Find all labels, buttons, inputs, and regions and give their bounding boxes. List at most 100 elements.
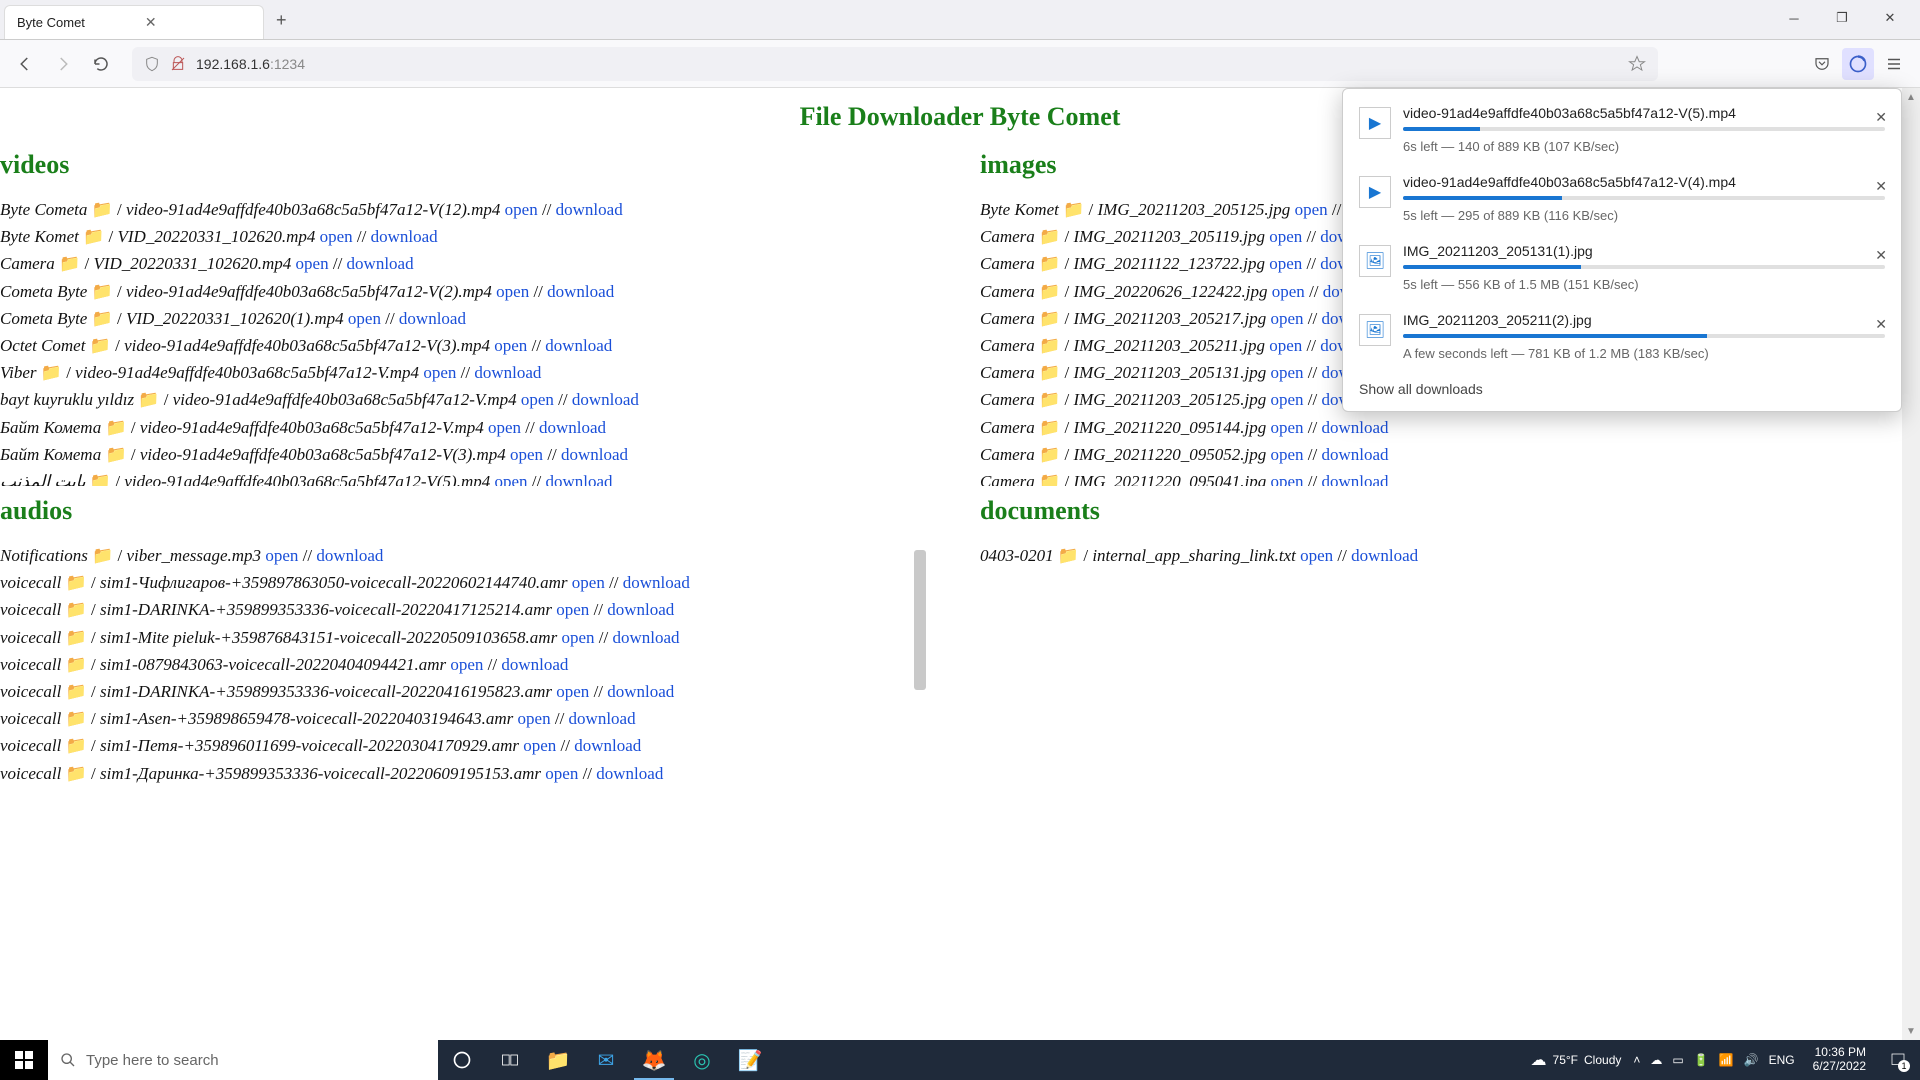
open-link[interactable]: open: [1295, 200, 1328, 219]
taskbar-taskview[interactable]: [486, 1040, 534, 1080]
tray-onedrive-icon[interactable]: ☁: [1650, 1053, 1662, 1067]
download-cancel-icon[interactable]: ✕: [1875, 316, 1887, 333]
open-link[interactable]: open: [572, 573, 605, 592]
open-link[interactable]: open: [450, 655, 483, 674]
open-link[interactable]: open: [494, 472, 527, 486]
window-maximize[interactable]: ❐: [1820, 4, 1864, 32]
download-link[interactable]: download: [539, 418, 606, 437]
address-bar[interactable]: 192.168.1.6:1234: [132, 47, 1658, 81]
open-link[interactable]: open: [320, 227, 353, 246]
download-link[interactable]: download: [561, 445, 628, 464]
download-link[interactable]: download: [607, 600, 674, 619]
browser-tab[interactable]: Byte Comet ✕: [4, 5, 264, 39]
section-scrollbar[interactable]: [912, 542, 928, 792]
pocket-icon[interactable]: [1806, 48, 1838, 80]
download-link[interactable]: download: [501, 655, 568, 674]
download-filename[interactable]: IMG_20211203_205211(2).jpg: [1403, 312, 1885, 328]
download-link[interactable]: download: [371, 227, 438, 246]
window-minimize[interactable]: ─: [1772, 4, 1816, 32]
scroll-up-icon[interactable]: ▲: [1902, 88, 1920, 106]
open-link[interactable]: open: [561, 628, 594, 647]
open-link[interactable]: open: [1300, 546, 1333, 565]
notifications-button[interactable]: [1884, 1046, 1912, 1074]
download-link[interactable]: download: [596, 791, 663, 792]
download-cancel-icon[interactable]: ✕: [1875, 247, 1887, 264]
download-link[interactable]: download: [347, 254, 414, 273]
taskbar-firefox[interactable]: 🦊: [630, 1040, 678, 1080]
download-link[interactable]: download: [572, 390, 639, 409]
taskbar-app-notepad[interactable]: 📝: [726, 1040, 774, 1080]
open-link[interactable]: open: [423, 363, 456, 382]
tray-volume-icon[interactable]: 🔊: [1744, 1053, 1759, 1067]
open-link[interactable]: open: [494, 336, 527, 355]
download-link[interactable]: download: [474, 363, 541, 382]
taskbar-search[interactable]: Type here to search: [48, 1040, 438, 1080]
tray-wifi-icon[interactable]: 📶: [1719, 1053, 1734, 1067]
open-link[interactable]: open: [545, 791, 578, 792]
download-link[interactable]: download: [545, 336, 612, 355]
download-link[interactable]: download: [556, 200, 623, 219]
open-link[interactable]: open: [556, 600, 589, 619]
download-link[interactable]: download: [1351, 546, 1418, 565]
open-link[interactable]: open: [556, 682, 589, 701]
open-link[interactable]: open: [505, 200, 538, 219]
open-link[interactable]: open: [348, 309, 381, 328]
taskbar-cortana[interactable]: [438, 1040, 486, 1080]
open-link[interactable]: open: [523, 736, 556, 755]
open-link[interactable]: open: [1271, 390, 1304, 409]
open-link[interactable]: open: [518, 709, 551, 728]
tray-chevron-icon[interactable]: ˄: [1633, 1053, 1640, 1067]
download-filename[interactable]: video-91ad4e9affdfe40b03a68c5a5bf47a12-V…: [1403, 105, 1885, 121]
taskbar-weather[interactable]: ☁ 75°F Cloudy: [1531, 1050, 1622, 1070]
back-button[interactable]: [10, 49, 40, 79]
download-link[interactable]: download: [607, 682, 674, 701]
open-link[interactable]: open: [1271, 472, 1304, 486]
download-link[interactable]: download: [547, 282, 614, 301]
open-link[interactable]: open: [1271, 309, 1304, 328]
download-link[interactable]: download: [1322, 472, 1389, 486]
taskbar-mail[interactable]: ✉: [582, 1040, 630, 1080]
open-link[interactable]: open: [1271, 418, 1304, 437]
open-link[interactable]: open: [1271, 363, 1304, 382]
scroll-down-icon[interactable]: ▼: [1902, 1022, 1920, 1040]
bookmark-star-icon[interactable]: [1628, 55, 1646, 73]
page-scrollbar[interactable]: ▲ ▼: [1902, 88, 1920, 1040]
menu-button[interactable]: [1878, 48, 1910, 80]
tray-lang[interactable]: ENG: [1769, 1053, 1795, 1067]
open-link[interactable]: open: [1269, 336, 1302, 355]
download-filename[interactable]: video-91ad4e9affdfe40b03a68c5a5bf47a12-V…: [1403, 174, 1885, 190]
open-link[interactable]: open: [296, 254, 329, 273]
download-link[interactable]: download: [545, 472, 612, 486]
download-cancel-icon[interactable]: ✕: [1875, 109, 1887, 126]
window-close[interactable]: ✕: [1868, 4, 1912, 32]
download-cancel-icon[interactable]: ✕: [1875, 178, 1887, 195]
open-link[interactable]: open: [496, 282, 529, 301]
download-link[interactable]: download: [569, 709, 636, 728]
open-link[interactable]: open: [1271, 445, 1304, 464]
download-link[interactable]: download: [1322, 418, 1389, 437]
show-all-downloads[interactable]: Show all downloads: [1343, 371, 1901, 405]
downloads-button[interactable]: [1842, 48, 1874, 80]
tab-close-icon[interactable]: ✕: [145, 14, 157, 31]
download-link[interactable]: download: [316, 546, 383, 565]
reload-button[interactable]: [86, 49, 116, 79]
download-link[interactable]: download: [623, 573, 690, 592]
open-link[interactable]: open: [1272, 282, 1305, 301]
forward-button[interactable]: [48, 49, 78, 79]
open-link[interactable]: open: [545, 764, 578, 783]
open-link[interactable]: open: [1269, 254, 1302, 273]
open-link[interactable]: open: [265, 546, 298, 565]
download-filename[interactable]: IMG_20211203_205131(1).jpg: [1403, 243, 1885, 259]
new-tab-button[interactable]: +: [264, 2, 299, 39]
download-link[interactable]: download: [399, 309, 466, 328]
taskbar-app-teal[interactable]: ◎: [678, 1040, 726, 1080]
open-link[interactable]: open: [1269, 227, 1302, 246]
start-button[interactable]: [0, 1040, 48, 1080]
download-link[interactable]: download: [574, 736, 641, 755]
open-link[interactable]: open: [488, 418, 521, 437]
download-link[interactable]: download: [596, 764, 663, 783]
open-link[interactable]: open: [521, 390, 554, 409]
open-link[interactable]: open: [510, 445, 543, 464]
tray-meet-icon[interactable]: ▭: [1672, 1053, 1683, 1067]
taskbar-clock[interactable]: 10:36 PM 6/27/2022: [1807, 1046, 1872, 1074]
